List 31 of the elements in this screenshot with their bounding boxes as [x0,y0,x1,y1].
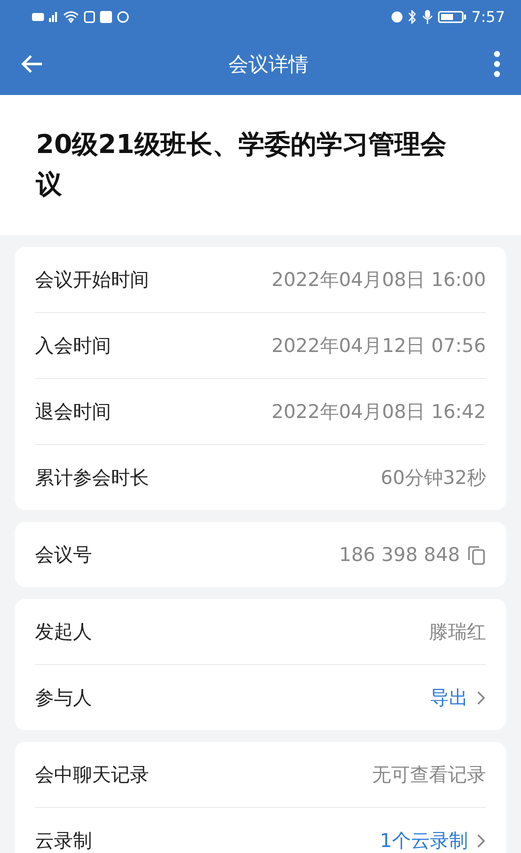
bluetooth-icon [408,10,418,24]
row-value: 2022年04月08日 16:42 [271,400,486,424]
wifi-icon [63,10,79,23]
row-link[interactable]: 1个云录制 [380,828,468,853]
meeting-title: 20级21级班长、学委的学习管理会议 [36,129,448,202]
back-icon[interactable] [20,54,44,74]
row-label: 退会时间 [35,400,111,424]
more-icon[interactable] [493,51,501,77]
row-label: 会中聊天记录 [35,762,149,788]
row-label: 参与人 [35,686,92,710]
chevron-icon[interactable] [476,832,486,848]
row-link[interactable]: 导出 [430,684,468,710]
row-label: 云录制 [35,828,92,853]
signal-icon [49,12,58,22]
row-label: 会议开始时间 [35,268,149,292]
chevron-icon[interactable] [476,690,486,706]
row-label: 入会时间 [35,334,111,358]
row-label: 发起人 [35,620,92,644]
row-value: 186 398 848 [339,544,460,566]
row-value: 2022年04月12日 07:56 [271,334,486,358]
copy-icon[interactable] [468,544,486,564]
row-value: 60分钟32秒 [380,466,486,490]
microphone-icon [422,10,434,24]
status-time: 7:57 [471,8,505,26]
row-value: 无可查看记录 [372,762,486,788]
battery-icon [438,10,466,22]
row-value: 滕瑞红 [429,620,486,644]
screen-title: 会议详情 [228,50,308,78]
row-label: 累计参会时长 [35,466,149,490]
row-label: 会议号 [35,542,92,568]
row-value: 2022年04月08日 16:00 [271,268,486,292]
